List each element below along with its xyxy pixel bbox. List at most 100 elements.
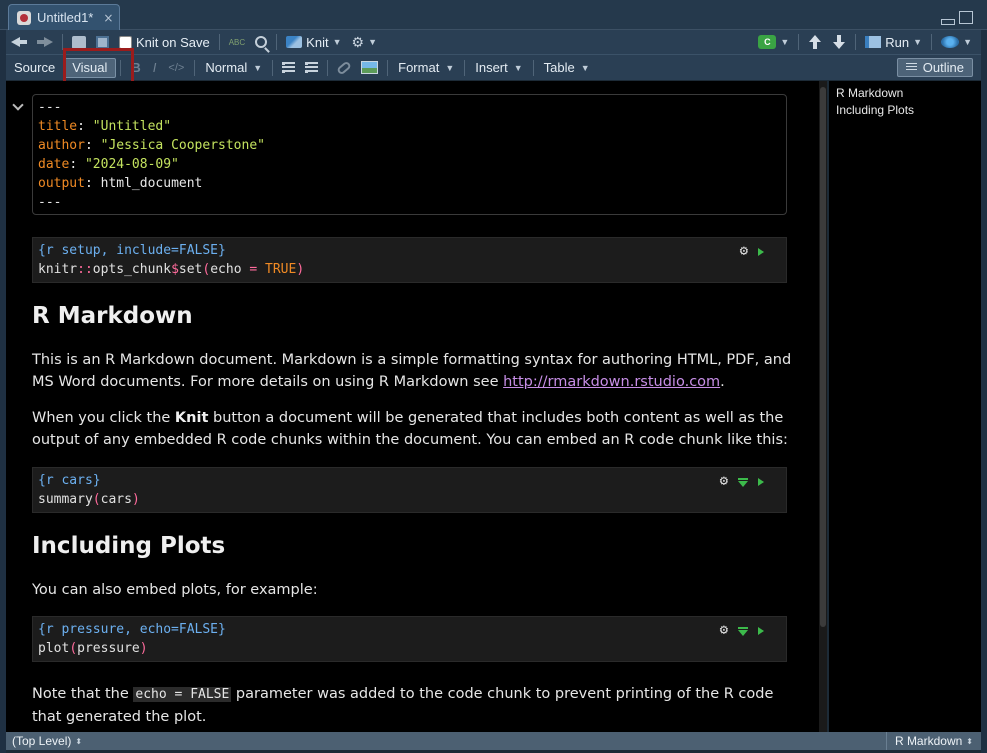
toolbar-divider bbox=[798, 34, 800, 50]
chevron-down-icon: ▼ bbox=[253, 62, 263, 73]
chunk-code-token: summary bbox=[38, 492, 93, 507]
code-chunk-cars[interactable]: {r cars} summary(cars) ⚙ bbox=[32, 467, 787, 513]
chunk-code-token: echo bbox=[210, 262, 250, 277]
yaml-output-key: output bbox=[38, 176, 85, 191]
chunk-code-token: ) bbox=[296, 262, 305, 277]
paragraph-style-label: Normal bbox=[205, 60, 248, 75]
knit-icon bbox=[286, 36, 303, 48]
insert-image-button[interactable] bbox=[356, 57, 383, 79]
visual-editor-toolbar: Source Visual B I </> Normal ▼ Format ▼ … bbox=[6, 54, 981, 80]
yaml-output-value: html_document bbox=[100, 176, 203, 191]
paragraph-style-dropdown[interactable]: Normal ▼ bbox=[199, 60, 268, 75]
toolbar-divider bbox=[464, 59, 466, 76]
window-controls bbox=[941, 11, 973, 25]
code-button[interactable]: </> bbox=[162, 62, 190, 74]
yaml-title-value: "Untitled" bbox=[92, 119, 172, 134]
source-mode-button[interactable]: Source bbox=[6, 58, 63, 78]
scope-navigator[interactable]: (Top Level) ⬍ bbox=[6, 734, 82, 748]
toolbar-divider bbox=[855, 34, 857, 50]
outline-item-r-markdown[interactable]: R Markdown bbox=[836, 85, 974, 102]
run-previous-chunks-icon[interactable] bbox=[738, 626, 748, 636]
chunk-code-token: knitr bbox=[38, 262, 78, 277]
paragraph-text: When you click the bbox=[32, 410, 175, 426]
find-replace-button[interactable] bbox=[250, 31, 272, 53]
toolbar-right-group: C ▼ Run ▼ ▼ bbox=[753, 30, 977, 54]
chunk-code-token: pressure bbox=[77, 641, 140, 656]
code-chunk-pressure[interactable]: {r pressure, echo=FALSE} plot(pressure) … bbox=[32, 616, 787, 662]
forward-icon bbox=[37, 35, 53, 49]
next-section-button[interactable] bbox=[827, 31, 851, 53]
chunk-tools: ⚙ bbox=[740, 242, 764, 261]
close-tab-icon[interactable]: × bbox=[103, 11, 113, 25]
maximize-pane-icon[interactable] bbox=[959, 11, 973, 24]
insert-link-button[interactable] bbox=[332, 57, 356, 79]
toolbar-divider bbox=[62, 34, 63, 50]
rmarkdown-file-icon bbox=[17, 10, 31, 25]
chevron-down-icon: ▼ bbox=[963, 37, 972, 47]
spellcheck-button[interactable]: ABC bbox=[224, 31, 250, 53]
scrollbar-thumb[interactable] bbox=[820, 87, 826, 627]
run-button[interactable]: Run ▼ bbox=[860, 31, 927, 53]
run-chunk-icon[interactable] bbox=[758, 477, 764, 486]
chunk-options-gear-icon[interactable]: ⚙ bbox=[720, 472, 728, 491]
up-arrow-icon bbox=[808, 35, 822, 49]
toolbar-divider bbox=[276, 34, 278, 50]
editor-pane[interactable]: --- title: "Untitled" author: "Jessica C… bbox=[6, 81, 827, 732]
run-previous-chunks-icon[interactable] bbox=[738, 477, 748, 487]
outline-toggle-button[interactable]: Outline bbox=[896, 58, 973, 77]
publish-button[interactable]: ▼ bbox=[936, 31, 977, 53]
insert-menu[interactable]: Insert ▼ bbox=[469, 60, 528, 75]
chunk-options-gear-icon[interactable]: ⚙ bbox=[720, 621, 728, 640]
italic-button[interactable]: I bbox=[147, 60, 163, 75]
inline-code: echo = FALSE bbox=[133, 687, 232, 702]
chunk-options-gear-icon[interactable]: ⚙ bbox=[740, 242, 748, 261]
minimize-pane-icon[interactable] bbox=[941, 19, 955, 25]
insert-menu-label: Insert bbox=[475, 60, 508, 75]
spellcheck-icon: ABC bbox=[228, 37, 246, 47]
fold-chevron-icon[interactable] bbox=[12, 99, 24, 111]
chunk-code-token: cars bbox=[100, 492, 132, 507]
chevron-down-icon: ▼ bbox=[332, 37, 342, 47]
forward-button[interactable] bbox=[32, 31, 58, 53]
bullet-list-icon bbox=[282, 62, 296, 73]
paragraph-plots: You can also embed plots, for example: bbox=[32, 582, 318, 598]
file-type-selector[interactable]: R Markdown ⬍ bbox=[885, 732, 981, 750]
chunk-code-token: set bbox=[178, 262, 203, 277]
run-chunk-icon[interactable] bbox=[758, 247, 764, 256]
previous-section-button[interactable] bbox=[803, 31, 827, 53]
run-label: Run bbox=[885, 34, 910, 50]
insert-chunk-button[interactable]: C ▼ bbox=[753, 31, 794, 53]
rmarkdown-link[interactable]: http://rmarkdown.rstudio.com bbox=[503, 374, 720, 390]
chevron-down-icon: ▼ bbox=[513, 62, 523, 73]
visual-mode-button[interactable]: Visual bbox=[63, 57, 117, 78]
yaml-date-key: date bbox=[38, 157, 70, 172]
knit-button[interactable]: Knit ▼ bbox=[281, 31, 346, 53]
back-button[interactable] bbox=[6, 31, 32, 53]
chunk-tools: ⚙ bbox=[720, 472, 764, 491]
bullet-list-button[interactable] bbox=[277, 57, 300, 79]
editor-scrollbar[interactable] bbox=[819, 81, 827, 732]
status-bar: (Top Level) ⬍ R Markdown ⬍ bbox=[6, 732, 981, 750]
yaml-author-key: author bbox=[38, 138, 85, 153]
code-chunk-setup[interactable]: {r setup, include=FALSE} knitr::opts_chu… bbox=[32, 237, 787, 283]
tab-untitled1[interactable]: Untitled1* × bbox=[8, 4, 120, 30]
table-menu[interactable]: Table ▼ bbox=[538, 60, 596, 75]
save-button[interactable] bbox=[91, 31, 114, 53]
toolbar-divider bbox=[120, 59, 122, 76]
knit-on-save-toggle[interactable]: Knit on Save bbox=[114, 31, 215, 53]
paragraph-intro: This is an R Markdown document. Markdown… bbox=[32, 349, 792, 393]
settings-button[interactable]: ⚙ ▼ bbox=[347, 31, 382, 53]
outline-item-including-plots[interactable]: Including Plots bbox=[836, 102, 974, 119]
knit-on-save-checkbox[interactable] bbox=[119, 35, 132, 49]
down-arrow-icon bbox=[832, 35, 846, 49]
numbered-list-icon bbox=[305, 62, 319, 73]
show-in-window-button[interactable] bbox=[67, 31, 91, 53]
bold-button[interactable]: B bbox=[125, 60, 146, 75]
chunk-code-token: plot bbox=[38, 641, 70, 656]
format-menu[interactable]: Format ▼ bbox=[392, 60, 460, 75]
numbered-list-button[interactable] bbox=[300, 57, 323, 79]
yaml-author-value: "Jessica Cooperstone" bbox=[100, 138, 265, 153]
run-chunk-icon[interactable] bbox=[758, 626, 764, 635]
yaml-header-block[interactable]: --- title: "Untitled" author: "Jessica C… bbox=[32, 94, 787, 215]
tab-title: Untitled1* bbox=[37, 10, 94, 25]
